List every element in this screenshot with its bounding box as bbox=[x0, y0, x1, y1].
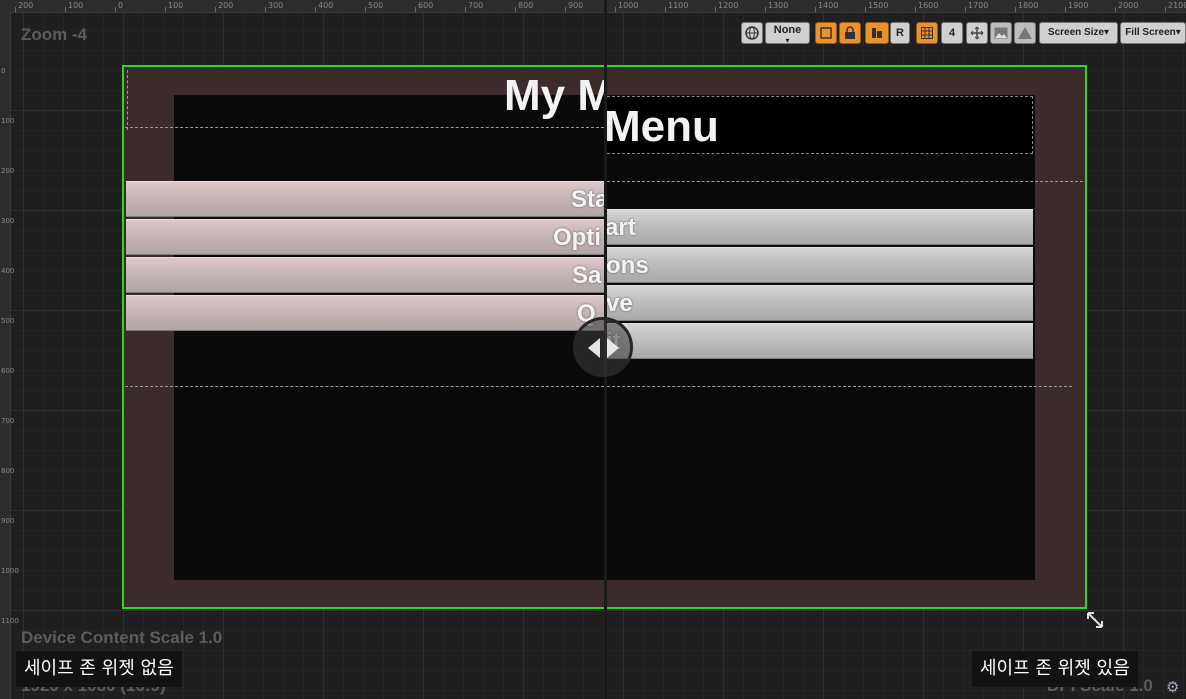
left-comparison-panel: My M Sta Opti Sa Q bbox=[0, 0, 604, 699]
canvas-guide-line bbox=[607, 386, 1072, 387]
comparison-slider-handle[interactable] bbox=[573, 317, 633, 377]
canvas-guide-line bbox=[125, 127, 604, 128]
menu-title-continued: Menu bbox=[607, 102, 719, 151]
start-button[interactable]: art bbox=[607, 209, 1033, 245]
options-button-label: Opti bbox=[553, 224, 601, 251]
caption-with-safe-zone: 세이프 존 위젯 있음 bbox=[972, 651, 1138, 687]
start-button[interactable]: Sta bbox=[126, 181, 604, 217]
menu-title: My M bbox=[504, 71, 604, 120]
canvas-guide-line bbox=[127, 70, 128, 130]
options-button-label: ons bbox=[607, 252, 649, 279]
resize-handle-icon[interactable] bbox=[1086, 611, 1104, 629]
arrow-left-icon bbox=[588, 338, 600, 358]
save-button[interactable]: Sa bbox=[126, 257, 604, 293]
save-button[interactable]: ve bbox=[607, 285, 1033, 321]
quit-button[interactable]: Q bbox=[126, 295, 604, 331]
save-button-label: ve bbox=[607, 290, 633, 317]
caption-without-safe-zone: 세이프 존 위젯 없음 bbox=[16, 651, 182, 687]
options-button[interactable]: ons bbox=[607, 247, 1033, 283]
quit-button[interactable]: it bbox=[607, 323, 1033, 359]
options-button[interactable]: Opti bbox=[126, 219, 604, 255]
canvas-guide-line bbox=[125, 386, 604, 387]
start-button-label: Sta bbox=[571, 186, 604, 213]
start-button-label: art bbox=[607, 214, 636, 241]
right-comparison-panel: Menu art ons ve it bbox=[607, 0, 1186, 699]
arrow-right-icon bbox=[607, 338, 619, 358]
canvas-guide-line bbox=[607, 181, 1083, 182]
device-content-scale-label: Device Content Scale 1.0 bbox=[21, 628, 223, 647]
gear-icon[interactable]: ⚙ bbox=[1166, 680, 1182, 696]
save-button-label: Sa bbox=[572, 262, 602, 289]
